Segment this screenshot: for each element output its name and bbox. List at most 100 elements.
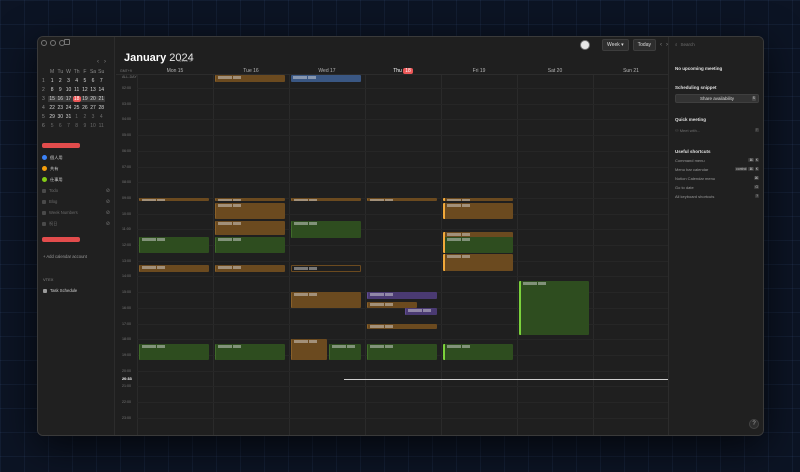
calendar-item[interactable]: 共有	[42, 163, 112, 174]
shortcut-row[interactable]: Command menu ⌘ K	[675, 158, 759, 167]
mini-cal-day[interactable]: 8	[48, 87, 56, 93]
sidebar-toggle-icon[interactable]	[64, 39, 70, 45]
shortcut-row[interactable]: Go to date G	[675, 185, 759, 194]
share-availability-button[interactable]: Share availability S	[675, 94, 759, 103]
calendar-event[interactable]	[367, 197, 437, 201]
mini-cal-day[interactable]: 3	[64, 78, 72, 84]
calendar-event[interactable]	[291, 197, 361, 201]
help-button[interactable]: ?	[749, 419, 759, 429]
mini-cal-day[interactable]: 10	[89, 123, 97, 129]
hidden-calendar-item[interactable]: 祝日 ⊘	[42, 218, 112, 229]
hidden-calendar-item[interactable]: Todo ⊘	[42, 185, 112, 196]
mini-cal-day[interactable]: 5	[81, 78, 89, 84]
calendar-event[interactable]	[443, 197, 513, 201]
mini-cal-day[interactable]: 12	[81, 87, 89, 93]
mini-cal-day[interactable]: 9	[56, 87, 64, 93]
mini-cal-day[interactable]: 9	[81, 123, 89, 129]
calendar-event[interactable]	[139, 197, 209, 201]
mini-cal-day[interactable]: 27	[89, 105, 97, 111]
mini-cal-day[interactable]: 4	[73, 78, 81, 84]
mini-cal-day[interactable]: 1	[48, 78, 56, 84]
mini-cal-day[interactable]: 7	[97, 78, 105, 84]
calendar-item[interactable]: 仕事用	[42, 174, 112, 185]
mini-cal-day[interactable]: 4	[97, 114, 105, 120]
mini-cal-day[interactable]: 2	[81, 114, 89, 120]
calendar-event[interactable]	[215, 75, 285, 83]
avatar[interactable]	[580, 40, 591, 50]
calendar-event[interactable]	[443, 202, 513, 219]
calendar-event[interactable]	[367, 301, 417, 308]
calendar-event[interactable]	[215, 237, 285, 254]
mini-cal-day[interactable]: 31	[64, 114, 72, 120]
calendar-event[interactable]	[139, 265, 209, 273]
mini-cal-day[interactable]: 21	[97, 95, 106, 102]
calendar-event[interactable]	[215, 265, 285, 273]
calendar-event[interactable]	[291, 339, 327, 361]
mini-cal-day[interactable]: 30	[56, 114, 64, 120]
eye-off-icon[interactable]: ⊘	[106, 210, 110, 216]
mini-cal-day[interactable]: 19	[80, 95, 89, 102]
calendar-event[interactable]	[139, 343, 209, 361]
search-field[interactable]: ⌕ Search	[675, 42, 695, 47]
calendar-event[interactable]	[215, 343, 285, 361]
mini-cal-day[interactable]: 23	[56, 105, 64, 111]
calendar-event[interactable]	[139, 237, 209, 254]
task-schedule-calendar[interactable]: Task Schedule	[43, 288, 77, 293]
day-header[interactable]: Sun 21	[593, 68, 669, 74]
day-header[interactable]: Sat 20	[517, 68, 593, 74]
mini-cal-day[interactable]: 20	[88, 95, 98, 102]
shortcut-row[interactable]: Menu bar calendar control ⌘ K	[675, 167, 759, 176]
mini-cal-day[interactable]: 15	[48, 95, 57, 102]
mini-cal-day[interactable]: 29	[48, 114, 56, 120]
mini-cal-day[interactable]: 24	[64, 105, 72, 111]
calendar-event[interactable]	[291, 265, 361, 273]
mini-cal-day[interactable]: 1	[73, 114, 81, 120]
calendar-event[interactable]	[215, 202, 285, 219]
shortcut-row[interactable]: Notion Calendar menu ⌘	[675, 176, 759, 185]
mini-cal-day[interactable]: 5	[48, 123, 56, 129]
view-select-button[interactable]: Week ▾	[602, 39, 629, 51]
calendar-event[interactable]	[519, 281, 589, 336]
mini-cal-day[interactable]: 22	[48, 105, 56, 111]
mini-cal-day[interactable]: 26	[81, 105, 89, 111]
mini-cal-day[interactable]: 17	[64, 95, 73, 102]
mini-cal-day[interactable]: 2	[56, 78, 64, 84]
prev-week-icon[interactable]: ‹	[660, 42, 662, 48]
calendar-event[interactable]	[443, 343, 513, 361]
meet-with-input[interactable]: ⚇ Meet with... F	[675, 128, 759, 133]
calendar-event[interactable]	[291, 75, 361, 83]
mini-cal-day[interactable]: 3	[89, 114, 97, 120]
day-header[interactable]: Fri 19	[441, 68, 517, 74]
calendar-event[interactable]	[443, 237, 513, 254]
calendar-event[interactable]	[367, 292, 437, 299]
eye-off-icon[interactable]: ⊘	[106, 188, 110, 194]
mini-cal-day[interactable]: 13	[89, 87, 97, 93]
calendar-event[interactable]	[367, 323, 437, 329]
mini-cal-day[interactable]: 6	[89, 78, 97, 84]
calendar-event[interactable]	[405, 307, 437, 315]
mini-cal-day[interactable]: 6	[56, 123, 64, 129]
today-button[interactable]: Today	[632, 39, 656, 51]
mini-cal-day[interactable]: 11	[73, 87, 81, 93]
day-header[interactable]: Mon 15	[137, 68, 213, 74]
eye-off-icon[interactable]: ⊘	[106, 221, 110, 227]
calendar-item[interactable]: 個人用	[42, 152, 112, 163]
calendar-event[interactable]	[291, 221, 361, 238]
add-calendar-account-link[interactable]: + Add calendar account	[43, 254, 87, 259]
mini-cal-day[interactable]: 14	[97, 87, 105, 93]
calendar-event[interactable]	[443, 254, 513, 271]
week-grid[interactable]: ALL-DAY 02:00 03:00 04:00 05:00 06:00 07:00 08:…	[116, 75, 670, 435]
mini-cal-day[interactable]: 8	[73, 123, 81, 129]
eye-off-icon[interactable]: ⊘	[106, 199, 110, 205]
mini-cal-day[interactable]: 28	[97, 105, 105, 111]
mini-cal-day[interactable]: 25	[73, 105, 81, 111]
mini-cal-day[interactable]: 18	[72, 95, 81, 102]
calendar-event[interactable]	[329, 343, 361, 361]
calendar-event[interactable]	[291, 292, 361, 309]
day-header[interactable]: Tue 16	[213, 68, 289, 74]
close-window-button[interactable]	[41, 40, 47, 46]
mini-cal-day[interactable]: 11	[97, 123, 105, 129]
minimize-window-button[interactable]	[50, 40, 56, 46]
hidden-calendar-item[interactable]: Week Numbers ⊘	[42, 207, 112, 218]
hidden-calendar-item[interactable]: Blog ⊘	[42, 196, 112, 207]
